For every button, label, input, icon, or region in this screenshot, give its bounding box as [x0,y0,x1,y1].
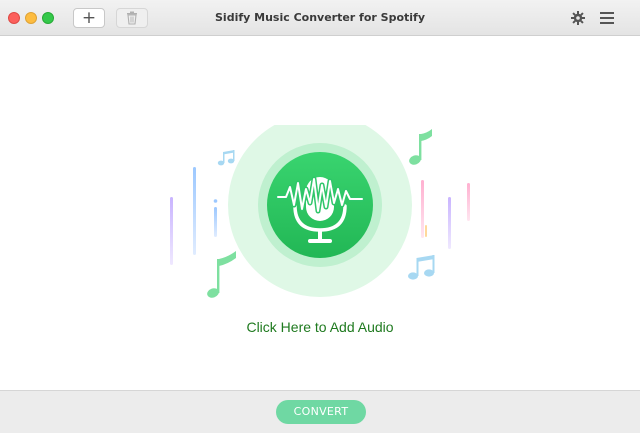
sound-bar-decoration [467,183,470,221]
sound-bar-decoration [425,225,427,237]
music-note-icon [207,251,236,298]
add-audio-link[interactable]: Click Here to Add Audio [0,319,640,335]
sound-bar-decoration [170,197,173,265]
music-note-icon [409,129,432,165]
add-audio-drop-area[interactable] [150,125,490,305]
sound-bar-decoration [448,197,451,249]
footer-bar: CONVERT [0,390,640,433]
window-title: Sidify Music Converter for Spotify [215,11,425,24]
convert-button[interactable]: CONVERT [276,400,366,424]
sound-bar-decoration [421,180,424,238]
beamed-music-note-icon [408,255,435,280]
beamed-music-note-icon [217,150,235,166]
sound-bar-decoration [193,167,196,255]
sound-bar-decoration [214,207,217,237]
hamburger-menu-icon[interactable] [600,12,614,24]
gear-icon[interactable] [571,11,585,25]
title-bar: + Sidify Music Converter for Spotify [0,0,640,36]
app-window: + Sidify Music Converter for Spotify Cli… [0,0,640,433]
sound-dot-decoration [213,199,218,203]
